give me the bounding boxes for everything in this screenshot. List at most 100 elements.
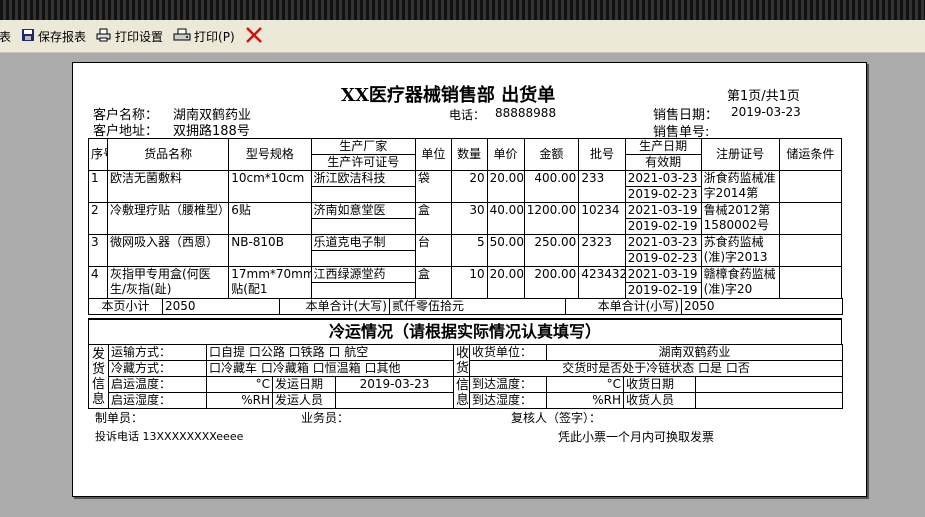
cold-chain-table: 发货信息 运输方式： 口自提 口公路 口铁路 口 航空 收货 收货单位： 湖南双… — [88, 344, 844, 409]
page-subtotal-label: 本页小计 — [88, 298, 163, 315]
cell-qty: 20 — [450, 170, 488, 203]
cell-batch: 10234 — [578, 202, 626, 235]
page-subtotal: 2050 — [162, 298, 280, 315]
window-titlebar — [0, 0, 925, 20]
chain-status: 交货时是否处于冷链状态 口是 口否 — [469, 360, 844, 377]
invoice-note: 凭此小票一个月内可换取发票 — [558, 430, 715, 444]
close-button[interactable] — [245, 26, 266, 47]
report-page: XX医疗器械销售部 出货单 第1页/共1页 客户名称： 湖南双鹤药业 电话： 8… — [72, 62, 867, 497]
goods-table: 序号 货品名称 型号规格 生产厂家 单位 数量 单价 金额 批号 生产日期 注册… — [88, 138, 843, 299]
print-button[interactable]: 打印(P) — [173, 28, 235, 45]
start-hum-label: 启运湿度： — [108, 392, 207, 409]
header-reg: 注册证号 — [700, 138, 780, 171]
cell-name: 灰指甲专用盒(何医生/灰指(趾) — [106, 266, 230, 299]
table-header-row: 序号 货品名称 型号规格 生产厂家 单位 数量 单价 金额 批号 生产日期 注册… — [88, 138, 843, 171]
complaint-phone: 投诉电话 13XXXXXXXXeeee — [95, 430, 244, 443]
recv-person — [695, 392, 844, 409]
cell-mfg: 2021-03-19 — [624, 202, 702, 219]
cell-reg: 赣樟食药监械(准)字20 — [700, 266, 780, 299]
save-report-button[interactable]: 保存报表 — [21, 28, 86, 45]
cell-maker: 浙江欧洁科技 — [310, 170, 416, 187]
cell-price: 50.00 — [486, 234, 525, 267]
cell-exp: 2019-02-23 — [624, 186, 702, 203]
receiver-unit: 湖南双鹤药业 — [546, 344, 844, 361]
recv-person-label: 收货人员 — [623, 392, 697, 409]
header-batch: 批号 — [578, 138, 626, 171]
table-row: 3 微网吸入器（西恩） NB-810B 乐道克电子制 台 5 50.00 250… — [88, 234, 843, 267]
cell-maker: 江西绿源堂药 — [310, 266, 416, 283]
cell-license — [310, 218, 416, 235]
cell-name: 冷敷理疗贴（腰椎型） — [106, 202, 230, 235]
arrive-hum-unit: %RH — [546, 392, 625, 409]
cell-storage — [778, 202, 843, 235]
cell-unit: 盒 — [414, 266, 452, 299]
print-setup-label: 打印设置 — [115, 29, 164, 44]
maker-label: 制单员： — [95, 411, 144, 425]
cell-reg: 浙食药监械准字2014第 — [700, 170, 780, 203]
cell-exp: 2019-02-19 — [624, 218, 702, 235]
cell-name: 微网吸入器（西恩） — [106, 234, 230, 267]
recv-info-label: 信息 — [453, 376, 471, 409]
arrive-temp-unit: °C — [546, 376, 625, 393]
cold-chain-title: 冷运情况（请根据实际情况认真填写） — [88, 318, 842, 345]
header-exp: 有效期 — [624, 154, 702, 171]
cell-reg: 苏食药监械(准)字2013 — [700, 234, 780, 267]
cell-storage — [778, 170, 843, 203]
cell-license — [310, 186, 416, 203]
cell-mfg: 2021-03-19 — [624, 266, 702, 283]
cell-license — [310, 250, 416, 267]
page-indicator: 第1页/共1页 — [727, 89, 800, 104]
header-mfg: 生产日期 — [624, 138, 702, 155]
header-seq: 序号 — [88, 138, 108, 171]
recv-date-label: 收货日期 — [623, 376, 697, 393]
cell-price: 20.00 — [486, 170, 525, 203]
total-lower: 2050 — [681, 298, 843, 315]
cell-seq: 3 — [88, 234, 108, 267]
start-temp-unit: °C — [206, 376, 273, 393]
cold-method-options: 口冷藏车 口冷藏箱 口恒温箱 口其他 — [205, 360, 455, 377]
header-license: 生产许可证号 — [310, 154, 416, 171]
header-qty: 数量 — [450, 138, 488, 171]
customer-addr-label: 客户地址： — [93, 124, 159, 139]
header-model: 型号规格 — [228, 138, 312, 171]
recv-label: 收货 — [453, 344, 471, 377]
cell-unit: 袋 — [414, 170, 452, 203]
table-row: 1 欧洁无菌敷料 10cm*10cm 浙江欧洁科技 袋 20 20.00 400… — [88, 170, 843, 203]
cold-row: 发货信息 运输方式： 口自提 口公路 口铁路 口 航空 收货 收货单位： 湖南双… — [88, 344, 844, 409]
cell-model: 6贴 — [228, 202, 312, 235]
cell-qty: 10 — [450, 266, 488, 299]
cell-reg: 鲁械2012第1580002号 — [700, 202, 780, 235]
start-date-label: 发运日期 — [272, 376, 336, 393]
report-button[interactable]: 表 — [0, 28, 11, 45]
table-row: 4 灰指甲专用盒(何医生/灰指(趾) 17mm*70mm*60贴(配1 江西绿源… — [88, 266, 843, 299]
header-unit: 单位 — [414, 138, 452, 171]
start-hum-unit: %RH — [206, 392, 273, 409]
cell-exp: 2019-02-19 — [624, 282, 702, 299]
customer-addr: 双拥路188号 — [173, 124, 250, 139]
header-name: 货品名称 — [106, 138, 230, 171]
transport-label: 运输方式： — [108, 344, 207, 361]
header-price: 单价 — [486, 138, 525, 171]
cell-amount: 200.00 — [523, 266, 580, 299]
cell-seq: 2 — [88, 202, 108, 235]
start-date: 2019-03-23 — [334, 376, 455, 393]
close-icon — [245, 26, 266, 47]
arrive-hum-label: 到达湿度： — [469, 392, 548, 409]
header-maker: 生产厂家 — [310, 138, 416, 155]
total-lower-label: 本单合计(小写) — [565, 298, 682, 315]
print-setup-button[interactable]: 打印设置 — [96, 28, 163, 45]
total-upper-label: 本单合计(大写) — [279, 298, 390, 315]
cell-qty: 5 — [450, 234, 488, 267]
cell-maker: 济南如意堂医 — [310, 202, 416, 219]
printer-icon — [173, 28, 194, 45]
summary-table: 本页小计 2050 本单合计(大写) 贰仟零伍拾元 本单合计(小写) 2050 — [88, 298, 843, 315]
report-label: 表 — [0, 29, 12, 44]
send-info-label: 发货信息 — [88, 344, 109, 409]
cell-seq: 1 — [88, 170, 108, 203]
arrive-temp-label: 到达温度： — [469, 376, 548, 393]
cell-amount: 1200.00 — [523, 202, 580, 235]
header-storage: 储运条件 — [778, 138, 843, 171]
cell-batch: 233 — [578, 170, 626, 203]
recv-date — [695, 376, 844, 393]
reviewer-label: 复核人（签字）： — [511, 411, 602, 425]
